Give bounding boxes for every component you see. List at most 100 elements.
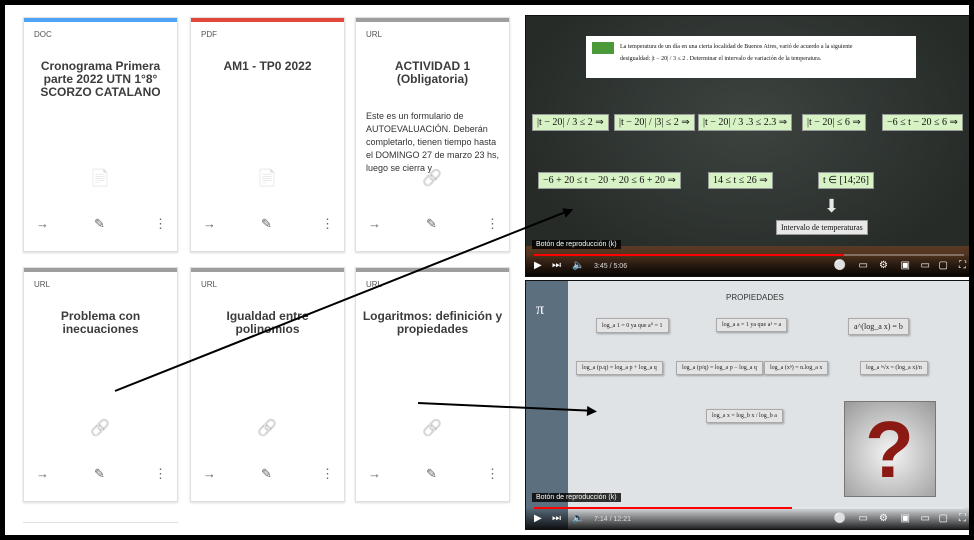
theater-icon[interactable]: ▭ [921, 260, 930, 271]
settings-gear-icon[interactable]: ⚙ [879, 513, 888, 524]
property-box-8: log_a x = log_b x / log_b a [706, 409, 783, 423]
autoplay-toggle[interactable]: ⚪ [834, 260, 846, 271]
progress-bar[interactable] [534, 254, 964, 256]
card-type-bar [191, 268, 344, 272]
math-step-2: |t − 20| / |3| ≤ 2 ⇒ [614, 114, 695, 131]
property-box-7: log_a ⁿ√x = (log_a x)/n [860, 361, 928, 375]
screen-frame: DOC Cronograma Primera parte 2022 UTN 1°8… [5, 5, 969, 535]
material-card[interactable]: URL Problema con inecuaciones 🔗 → ✎ ⋮ [23, 267, 178, 502]
more-vert-icon[interactable]: ⋮ [154, 216, 167, 232]
play-tooltip: Botón de reproducción (k) [532, 240, 621, 249]
math-step-1: |t − 20| / 3 ≤ 2 ⇒ [532, 114, 609, 131]
question-mark: ? [865, 405, 914, 494]
green-marker [592, 42, 614, 54]
open-arrow-icon[interactable]: → [368, 216, 381, 231]
card-actions: → ✎ ⋮ [24, 216, 177, 240]
play-icon[interactable]: ▶ [534, 260, 542, 271]
edit-pencil-icon[interactable]: ✎ [261, 466, 272, 482]
math-step-8: t ∈ [14;26] [818, 172, 874, 189]
open-arrow-icon[interactable]: → [203, 466, 216, 481]
card-type-bar [24, 268, 177, 272]
property-box-6: log_a (xⁿ) = n.log_a x [764, 361, 829, 375]
statement-line-2: desigualdad: |t − 20| / 3 ≤ 2 . Determin… [620, 56, 822, 62]
card-title[interactable]: Cronograma Primera parte 2022 UTN 1°8° S… [30, 60, 171, 99]
material-card[interactable]: DOC Cronograma Primera parte 2022 UTN 1°8… [23, 17, 178, 252]
link-icon: 🔗 [422, 420, 442, 437]
card-title[interactable]: Igualdad entre polinomios [197, 310, 338, 336]
subtitles-icon[interactable]: ▭ [859, 260, 868, 271]
card-title[interactable]: Logaritmos: definición y propiedades [362, 310, 503, 336]
property-box-2: log_a a = 1 ya que a¹ = a [716, 318, 788, 332]
card-actions: → ✎ ⋮ [191, 466, 344, 490]
material-card[interactable]: URL Igualdad entre polinomios 🔗 → ✎ ⋮ [190, 267, 345, 502]
property-box-1: log_a 1 = 0 ya que a⁰ = 1 [596, 318, 669, 333]
next-icon[interactable]: ⏭ [552, 260, 561, 271]
card-type: URL [201, 280, 218, 289]
play-tooltip: Botón de reproducción (k) [532, 493, 621, 502]
document-icon: 📄 [257, 170, 277, 187]
video-player-inequalities[interactable]: La temperatura de un día en una cierta l… [525, 15, 969, 277]
card-row3-stub [23, 522, 178, 535]
slide-heading: PROPIEDADES [726, 293, 784, 302]
down-arrow-icon: ⬇ [824, 196, 840, 216]
fullscreen-icon[interactable]: ⛶ [959, 513, 966, 524]
fullscreen-icon[interactable]: ⛶ [959, 260, 966, 271]
progress-fill [534, 254, 844, 256]
document-icon: 📄 [90, 170, 110, 187]
cast-icon[interactable]: ▢ [939, 260, 948, 271]
card-type: PDF [201, 30, 217, 39]
card-type-bar [356, 18, 509, 22]
more-vert-icon[interactable]: ⋮ [321, 216, 334, 232]
card-actions: → ✎ ⋮ [24, 466, 177, 490]
card-type-bar [24, 18, 177, 22]
card-type-bar [356, 268, 509, 272]
subtitles-icon[interactable]: ▭ [859, 513, 868, 524]
pi-symbol: π [536, 301, 545, 318]
card-type: DOC [34, 30, 52, 39]
volume-icon[interactable]: 🔈 [572, 260, 584, 271]
card-title[interactable]: AM1 - TP0 2022 [197, 60, 338, 73]
question-figure: ? [844, 401, 936, 497]
miniplayer-icon[interactable]: ▣ [901, 260, 910, 271]
progress-fill [534, 507, 792, 509]
more-vert-icon[interactable]: ⋮ [486, 216, 499, 232]
edit-pencil-icon[interactable]: ✎ [426, 216, 437, 232]
open-arrow-icon[interactable]: → [36, 216, 49, 231]
result-label: Intervalo de temperaturas [776, 220, 868, 235]
material-card[interactable]: PDF AM1 - TP0 2022 📄 → ✎ ⋮ [190, 17, 345, 252]
cast-icon[interactable]: ▢ [939, 513, 948, 524]
video-player-logarithms[interactable]: π PROPIEDADES log_a 1 = 0 ya que a⁰ = 1 … [525, 280, 969, 530]
play-icon[interactable]: ▶ [534, 513, 542, 524]
material-card[interactable]: URL ACTIVIDAD 1 (Obligatoria) Este es un f… [355, 17, 510, 252]
next-icon[interactable]: ⏭ [552, 513, 561, 524]
settings-gear-icon[interactable]: ⚙ [879, 260, 888, 271]
card-type-bar [191, 18, 344, 22]
progress-bar[interactable] [534, 507, 964, 509]
card-title[interactable]: ACTIVIDAD 1 (Obligatoria) [362, 60, 503, 86]
open-arrow-icon[interactable]: → [368, 466, 381, 481]
math-step-5: −6 ≤ t − 20 ≤ 6 ⇒ [882, 114, 963, 131]
edit-pencil-icon[interactable]: ✎ [94, 216, 105, 232]
open-arrow-icon[interactable]: → [203, 216, 216, 231]
edit-pencil-icon[interactable]: ✎ [94, 466, 105, 482]
link-icon: 🔗 [90, 420, 110, 437]
more-vert-icon[interactable]: ⋮ [154, 466, 167, 482]
miniplayer-icon[interactable]: ▣ [901, 513, 910, 524]
statement-line-1: La temperatura de un día en una cierta l… [620, 44, 853, 50]
edit-pencil-icon[interactable]: ✎ [261, 216, 272, 232]
card-type: URL [34, 280, 51, 289]
volume-icon[interactable]: 🔈 [572, 513, 584, 524]
link-icon: 🔗 [422, 170, 442, 187]
theater-icon[interactable]: ▭ [921, 513, 930, 524]
edit-pencil-icon[interactable]: ✎ [426, 466, 437, 482]
autoplay-toggle[interactable]: ⚪ [834, 513, 846, 524]
material-card[interactable]: URL Logaritmos: definición y propiedades 🔗… [355, 267, 510, 502]
math-step-3: |t − 20| / 3 .3 ≤ 2.3 ⇒ [698, 114, 793, 131]
slide-left-band [526, 281, 568, 529]
link-icon: 🔗 [257, 420, 277, 437]
math-step-6: −6 + 20 ≤ t − 20 + 20 ≤ 6 + 20 ⇒ [538, 172, 681, 189]
more-vert-icon[interactable]: ⋮ [321, 466, 334, 482]
card-title[interactable]: Problema con inecuaciones [30, 310, 171, 336]
more-vert-icon[interactable]: ⋮ [486, 466, 499, 482]
open-arrow-icon[interactable]: → [36, 466, 49, 481]
